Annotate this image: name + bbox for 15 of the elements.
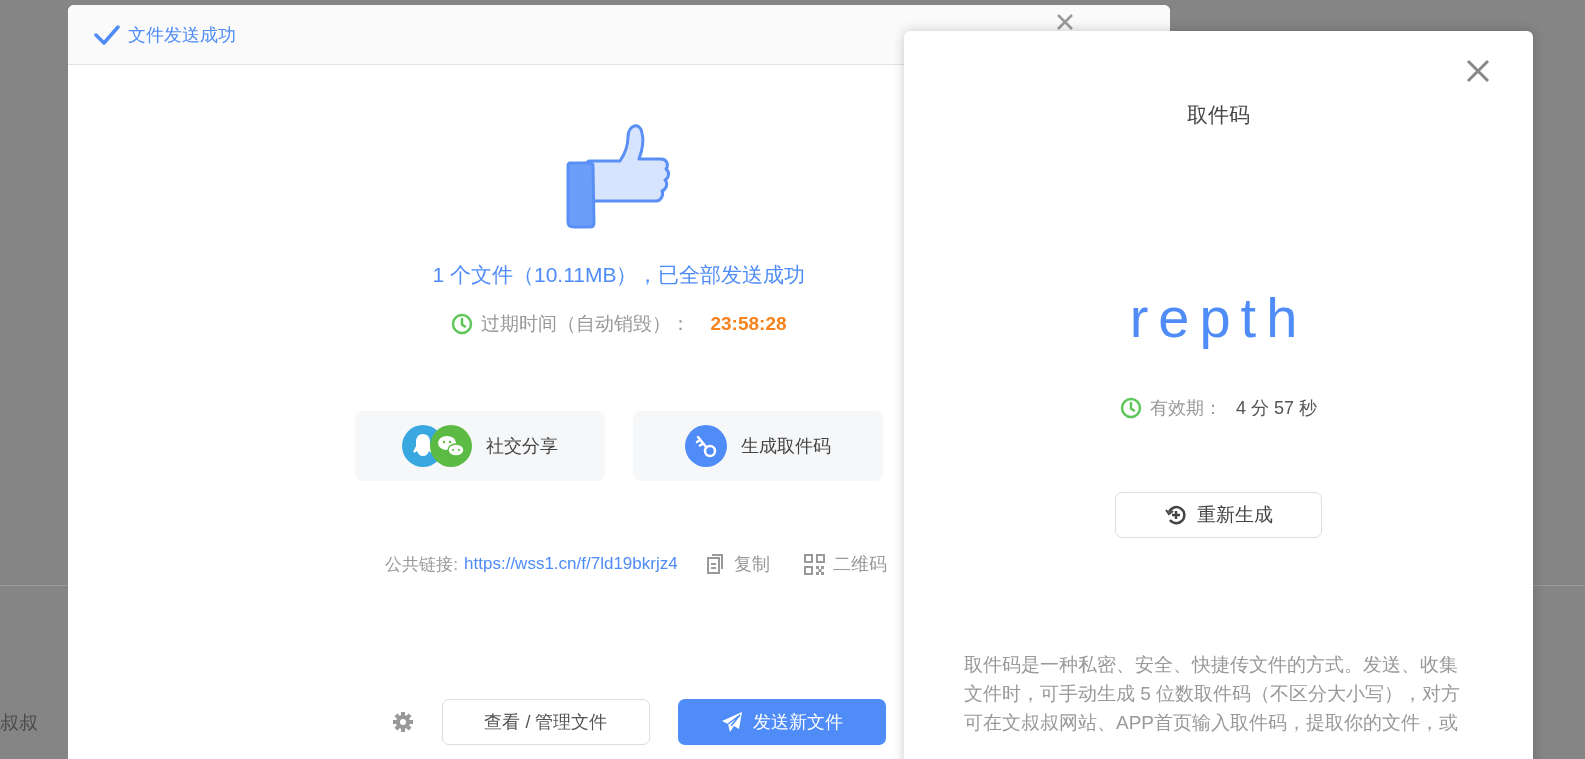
- regenerate-button[interactable]: 重新生成: [1115, 492, 1322, 538]
- validity-value: 4 分 57 秒: [1235, 397, 1317, 420]
- expiry-time: 23:58:28: [710, 313, 787, 335]
- dialog-title: 文件发送成功: [128, 23, 236, 47]
- social-share-button[interactable]: 社交分享: [355, 411, 605, 481]
- pickup-code: repth: [1129, 285, 1308, 350]
- expiry-label: 过期时间（自动销毁）：: [481, 312, 691, 336]
- manage-files-button[interactable]: 查看 / 管理文件: [442, 699, 650, 745]
- background-text: 叔叔: [0, 711, 38, 735]
- validity-label: 有效期：: [1149, 397, 1222, 420]
- success-message: 1 个文件（10.11MB），已全部发送成功: [432, 262, 806, 288]
- description-text: 取件码是一种私密、安全、快捷传文件的方式。发送、收集文件时，可手动生成 5 位数取件码（不区分大小写），对方可在文叔叔网站、APP首页输入取件码，提取你的文件，或: [964, 653, 1462, 735]
- link-label: 公共链接:: [385, 553, 459, 576]
- pickup-code-button[interactable]: 生成取件码: [633, 411, 883, 481]
- panel-title: 取件码: [1187, 102, 1250, 128]
